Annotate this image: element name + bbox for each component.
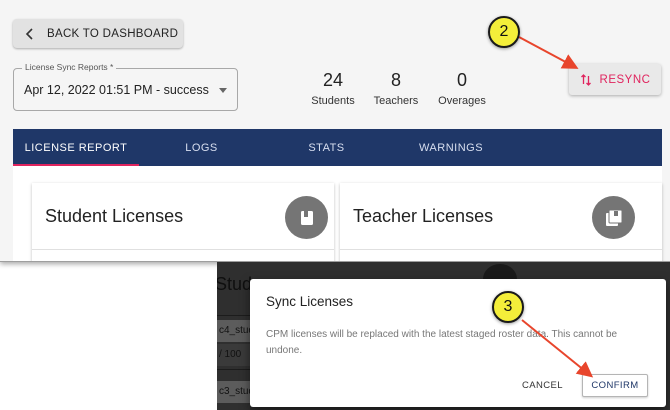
cancel-button[interactable]: CANCEL [522, 380, 563, 391]
license-sync-report-select[interactable]: License Sync Reports * Apr 12, 2022 01:5… [13, 62, 238, 111]
dialog-message: CPM licenses will be replaced with the l… [266, 329, 618, 356]
book-icon [285, 196, 328, 239]
stat-students-label: Students [311, 95, 355, 107]
stat-overages: 0 Overages [435, 70, 489, 107]
resync-button[interactable]: RESYNC [569, 64, 661, 95]
student-licenses-title: Student Licenses [45, 206, 184, 226]
back-to-dashboard-label: BACK TO DASHBOARD [47, 27, 179, 40]
select-label: License Sync Reports * [22, 62, 117, 72]
teacher-licenses-card: Teacher Licenses [340, 183, 662, 261]
dialog-title: Sync Licenses [266, 294, 354, 309]
card-divider [32, 249, 334, 250]
dialog-screenshot: Stude c4_stud / 100 c3_stud Sync License… [217, 262, 670, 410]
tab-warnings[interactable]: WARNINGS [389, 129, 513, 166]
tab-logs[interactable]: LOGS [139, 129, 264, 166]
tutorial-screenshot: BACK TO DASHBOARD License Sync Reports *… [0, 0, 670, 410]
library-books-icon [592, 196, 635, 239]
select-value: Apr 12, 2022 01:51 PM - success [24, 83, 209, 97]
license-report-content: Student Licenses Teacher Licenses [13, 166, 662, 261]
stat-students-value: 24 [322, 70, 344, 90]
license-report-page: BACK TO DASHBOARD License Sync Reports *… [0, 0, 670, 262]
stat-teachers: 8 Teachers [370, 70, 422, 107]
student-licenses-card: Student Licenses [32, 183, 334, 261]
tab-license-report[interactable]: LICENSE REPORT [13, 129, 139, 166]
report-tabs: LICENSE REPORT LOGS STATS WARNINGS [13, 129, 662, 166]
sync-licenses-dialog: Sync Licenses CPM licenses will be repla… [250, 279, 666, 407]
step-callout-a: 2 [488, 16, 520, 48]
stat-overages-value: 0 [456, 70, 467, 90]
stat-students: 24 Students [310, 70, 356, 107]
sync-arrows-icon [580, 73, 591, 86]
teacher-licenses-title: Teacher Licenses [353, 206, 494, 226]
card-divider [340, 249, 662, 250]
stat-teachers-label: Teachers [373, 95, 419, 107]
step-callout-b: 3 [492, 291, 524, 323]
stat-teachers-value: 8 [390, 70, 401, 90]
tab-stats[interactable]: STATS [264, 129, 389, 166]
caret-down-icon [219, 88, 227, 93]
resync-label: RESYNC [599, 73, 651, 86]
chevron-left-icon [25, 27, 33, 40]
stat-overages-label: Overages [438, 95, 486, 107]
confirm-button[interactable]: CONFIRM [582, 374, 648, 397]
back-to-dashboard-button[interactable]: BACK TO DASHBOARD [13, 19, 183, 48]
